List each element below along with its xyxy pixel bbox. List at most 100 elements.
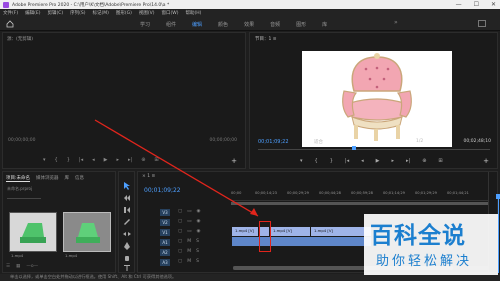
source-monitor-title[interactable]: 源：(无剪辑) xyxy=(7,36,33,42)
eye-icon[interactable]: ◉ xyxy=(197,209,201,214)
sequence-timecode[interactable]: 00;01;09;22 xyxy=(144,187,181,194)
menu-edit[interactable]: 编辑(E) xyxy=(25,10,40,16)
program-add-marker-icon[interactable]: ▾ xyxy=(300,158,303,164)
quick-export-icon[interactable] xyxy=(478,20,486,27)
lock-icon[interactable]: ▢ xyxy=(178,249,182,254)
program-play-icon[interactable]: ▶ xyxy=(376,158,380,164)
source-overwrite-icon[interactable]: ⊞ xyxy=(154,157,158,163)
program-mark-out-icon[interactable]: } xyxy=(330,158,333,164)
source-insert-icon[interactable]: ⊕ xyxy=(141,157,145,163)
source-step-back-icon[interactable]: ◂ xyxy=(92,157,95,163)
minimize-button[interactable]: — xyxy=(456,0,462,9)
source-go-to-out-icon[interactable]: ▸| xyxy=(128,157,132,163)
program-resolution-dropdown[interactable]: 1/2 xyxy=(416,139,423,144)
mute-button[interactable]: M xyxy=(187,259,191,264)
lock-icon[interactable]: ▢ xyxy=(178,239,182,244)
source-go-to-in-icon[interactable]: |◂ xyxy=(79,157,83,163)
razor-tool-icon[interactable] xyxy=(123,218,131,226)
program-button-editor-icon[interactable]: + xyxy=(483,157,489,165)
workspace-tab-learn[interactable]: 学习 xyxy=(140,21,150,28)
source-timecode[interactable]: 00;00;00;00 xyxy=(8,138,35,143)
list-view-icon[interactable]: ☰ xyxy=(6,264,10,270)
workspace-tab-effects[interactable]: 效果 xyxy=(244,21,254,28)
workspace-tab-libraries[interactable]: 库 xyxy=(322,21,327,28)
source-play-icon[interactable]: ▶ xyxy=(104,157,108,163)
lock-icon[interactable]: ▢ xyxy=(178,219,182,224)
sync-icon[interactable]: ▭ xyxy=(187,229,191,234)
track-name[interactable]: V3 xyxy=(160,209,170,216)
audio-clip[interactable] xyxy=(232,237,371,246)
hand-tool-icon[interactable] xyxy=(123,254,131,262)
source-mark-out-icon[interactable]: } xyxy=(67,157,70,163)
workspace-tab-audio[interactable]: 音频 xyxy=(270,21,280,28)
work-area-bar[interactable] xyxy=(231,202,496,205)
program-fit-dropdown[interactable]: 适合 xyxy=(314,139,323,145)
sync-icon[interactable]: ▭ xyxy=(187,219,191,224)
workspace-tab-color[interactable]: 颜色 xyxy=(218,21,228,28)
track-name[interactable]: A2 xyxy=(160,249,170,256)
workspace-tab-editing[interactable]: 编辑 xyxy=(192,21,202,28)
tab-libraries[interactable]: 库 xyxy=(65,175,70,182)
type-tool-icon[interactable] xyxy=(123,264,131,272)
workspace-tab-graphics[interactable]: 图形 xyxy=(296,21,306,28)
source-button-editor-icon[interactable]: + xyxy=(231,157,237,165)
selection-tool-icon[interactable] xyxy=(123,182,131,190)
source-mark-in-icon[interactable]: { xyxy=(55,157,58,163)
program-mark-in-icon[interactable]: { xyxy=(315,158,318,164)
project-item-thumbnail[interactable]: 1.mp4 xyxy=(63,212,111,258)
icon-view-icon[interactable]: ▦ xyxy=(16,264,20,270)
mute-button[interactable]: M xyxy=(187,239,191,244)
home-icon[interactable] xyxy=(6,20,14,28)
tab-project[interactable]: 项目:未命名 xyxy=(6,175,31,182)
lock-icon[interactable]: ▢ xyxy=(178,259,182,264)
solo-button[interactable]: S xyxy=(196,259,199,264)
program-step-forward-icon[interactable]: ▸ xyxy=(391,158,394,164)
lock-icon[interactable]: ▢ xyxy=(178,209,182,214)
close-button[interactable]: ✕ xyxy=(491,0,496,9)
eye-icon[interactable]: ◉ xyxy=(197,219,201,224)
video-clip[interactable]: 1.mp4 [V] xyxy=(232,227,258,236)
program-go-to-out-icon[interactable]: ▸| xyxy=(406,158,410,164)
eye-icon[interactable]: ◉ xyxy=(197,229,201,234)
time-ruler[interactable]: 00;00 00;00;14;23 00;00;29;29 00;00;44;2… xyxy=(231,189,496,201)
track-name[interactable]: V2 xyxy=(160,219,170,226)
mute-button[interactable]: M xyxy=(187,249,191,254)
tab-media-browser[interactable]: 媒体浏览器 xyxy=(36,175,59,182)
timeline-playhead[interactable] xyxy=(498,197,499,273)
track-select-tool-icon[interactable] xyxy=(123,194,131,202)
source-add-marker-icon[interactable]: ▾ xyxy=(43,157,46,163)
program-extract-icon[interactable]: ⊞ xyxy=(438,158,442,164)
tab-info[interactable]: 信息 xyxy=(75,175,84,182)
program-scrub-bar[interactable] xyxy=(258,149,490,152)
program-step-back-icon[interactable]: ◂ xyxy=(361,158,364,164)
program-monitor-title[interactable]: 节目：1 ≡ xyxy=(255,36,277,42)
menu-view[interactable]: 视图(V) xyxy=(139,10,155,16)
video-clip[interactable]: 1.mp4 [V] xyxy=(311,227,371,236)
zoom-slider[interactable]: —o— xyxy=(26,264,38,270)
ripple-edit-tool-icon[interactable] xyxy=(123,206,131,214)
workspace-more-button[interactable]: » xyxy=(394,19,398,26)
program-go-to-in-icon[interactable]: |◂ xyxy=(345,158,349,164)
menu-help[interactable]: 帮助(H) xyxy=(185,10,201,16)
project-item-thumbnail[interactable]: 1.mp4 xyxy=(9,212,57,258)
solo-button[interactable]: S xyxy=(196,239,199,244)
program-lift-icon[interactable]: ⊕ xyxy=(422,158,426,164)
menu-markers[interactable]: 标记(M) xyxy=(93,10,109,16)
slip-tool-icon[interactable] xyxy=(123,230,131,238)
pen-tool-icon[interactable] xyxy=(123,242,131,250)
track-name[interactable]: V1 xyxy=(160,229,170,236)
track-name[interactable]: A1 xyxy=(160,239,170,246)
lock-icon[interactable]: ▢ xyxy=(178,229,182,234)
menu-clip[interactable]: 剪辑(C) xyxy=(47,10,63,16)
project-search-input[interactable] xyxy=(7,194,41,199)
sequence-tab[interactable]: × 1 ≡ xyxy=(142,174,155,179)
sync-icon[interactable]: ▭ xyxy=(187,209,191,214)
workspace-tab-assembly[interactable]: 组件 xyxy=(166,21,176,28)
track-name[interactable]: A3 xyxy=(160,259,170,266)
program-playhead[interactable] xyxy=(352,146,356,150)
menu-file[interactable]: 文件(F) xyxy=(3,10,18,16)
source-step-forward-icon[interactable]: ▸ xyxy=(116,157,119,163)
program-timecode[interactable]: 00;01;09;22 xyxy=(258,139,289,145)
menu-graphics[interactable]: 图形(G) xyxy=(116,10,132,16)
video-clip[interactable]: 1.mp4 [V] xyxy=(270,227,310,236)
